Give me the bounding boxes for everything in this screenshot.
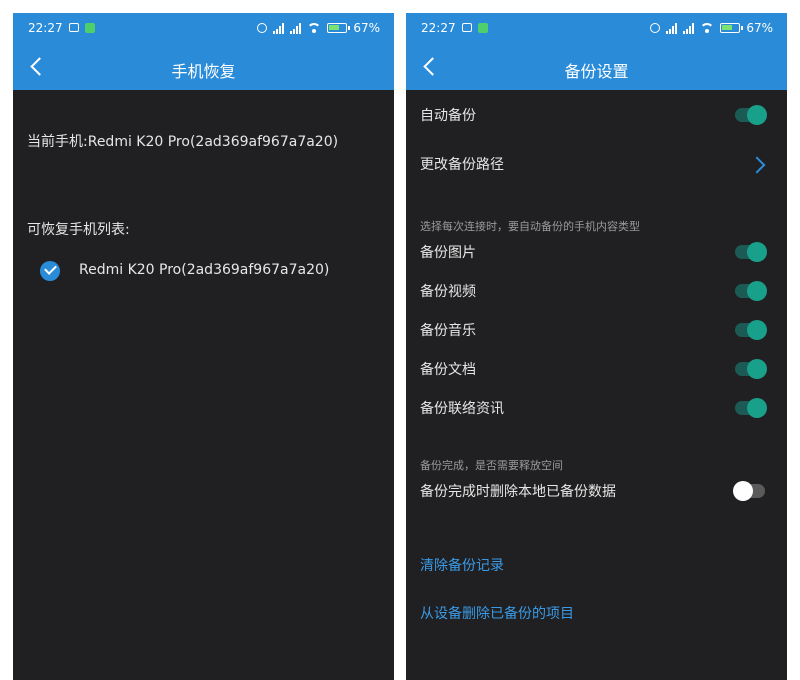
backup-settings-screen: 22:27 67% 备份设置 自动备份 更改备份路径 选择每次连接时，要自动备份… — [406, 13, 787, 680]
signal-icon — [666, 22, 678, 34]
battery-percent: 67% — [353, 21, 380, 35]
notification-wechat-icon — [85, 23, 95, 33]
page-title: 手机恢复 — [171, 62, 236, 81]
backup-documents-row[interactable]: 备份文档 — [406, 359, 787, 379]
backup-videos-toggle[interactable] — [735, 281, 767, 301]
alarm-icon — [650, 23, 661, 33]
backup-videos-label: 备份视频 — [420, 284, 476, 300]
status-bar: 22:27 67% — [13, 13, 394, 44]
phone-list-item[interactable]: Redmi K20 Pro(2ad369af967a7a20) — [79, 262, 329, 278]
backup-videos-row[interactable]: 备份视频 — [406, 281, 787, 301]
notification-wechat-icon — [478, 23, 488, 33]
delete-after-backup-row[interactable]: 备份完成时删除本地已备份数据 — [406, 481, 787, 501]
backup-contacts-row[interactable]: 备份联络资讯 — [406, 398, 787, 418]
change-backup-path-row[interactable]: 更改备份路径 — [406, 154, 787, 174]
auto-backup-toggle[interactable] — [735, 105, 767, 125]
title-bar: 备份设置 — [406, 44, 787, 90]
status-bar: 22:27 67% — [406, 13, 787, 44]
delete-backed-up-items-link[interactable]: 从设备删除已备份的项目 — [420, 603, 574, 623]
content-types-section-label: 选择每次连接时，要自动备份的手机内容类型 — [420, 220, 640, 233]
restorable-list-heading: 可恢复手机列表: — [27, 222, 130, 238]
backup-photos-toggle[interactable] — [735, 242, 767, 262]
delete-after-backup-toggle[interactable] — [733, 481, 765, 501]
signal-icon — [683, 22, 695, 34]
backup-documents-toggle[interactable] — [735, 359, 767, 379]
signal-icon — [273, 22, 285, 34]
alarm-icon — [257, 23, 268, 33]
status-time: 22:27 — [28, 21, 63, 35]
auto-backup-label: 自动备份 — [420, 108, 476, 124]
battery-icon — [720, 23, 744, 33]
backup-documents-label: 备份文档 — [420, 362, 476, 378]
battery-icon — [327, 23, 351, 33]
status-time: 22:27 — [421, 21, 456, 35]
clear-backup-history-link[interactable]: 清除备份记录 — [420, 555, 504, 575]
backup-music-row[interactable]: 备份音乐 — [406, 320, 787, 340]
auto-backup-row[interactable]: 自动备份 — [406, 105, 787, 125]
checkbox-checked-icon[interactable] — [40, 261, 60, 281]
change-path-label: 更改备份路径 — [420, 157, 504, 173]
notification-app-icon — [69, 23, 79, 32]
signal-icon — [290, 22, 302, 34]
current-phone-label: 当前手机:Redmi K20 Pro(2ad369af967a7a20) — [27, 134, 339, 150]
battery-percent: 67% — [746, 21, 773, 35]
page-title: 备份设置 — [564, 62, 629, 81]
backup-photos-row[interactable]: 备份图片 — [406, 242, 787, 262]
backup-music-toggle[interactable] — [735, 320, 767, 340]
backup-contacts-toggle[interactable] — [735, 398, 767, 418]
title-bar: 手机恢复 — [13, 44, 394, 90]
restore-screen: 22:27 67% 手机恢复 当前手机:Redmi K20 Pro(2ad369… — [13, 13, 394, 680]
backup-contacts-label: 备份联络资讯 — [420, 401, 504, 417]
delete-after-backup-label: 备份完成时删除本地已备份数据 — [420, 484, 616, 500]
notification-app-icon — [462, 23, 472, 32]
wifi-icon — [700, 23, 715, 33]
backup-photos-label: 备份图片 — [420, 245, 476, 261]
wifi-icon — [307, 23, 322, 33]
chevron-right-icon[interactable] — [751, 157, 765, 171]
backup-music-label: 备份音乐 — [420, 323, 476, 339]
free-space-section-label: 备份完成，是否需要释放空间 — [420, 459, 563, 472]
